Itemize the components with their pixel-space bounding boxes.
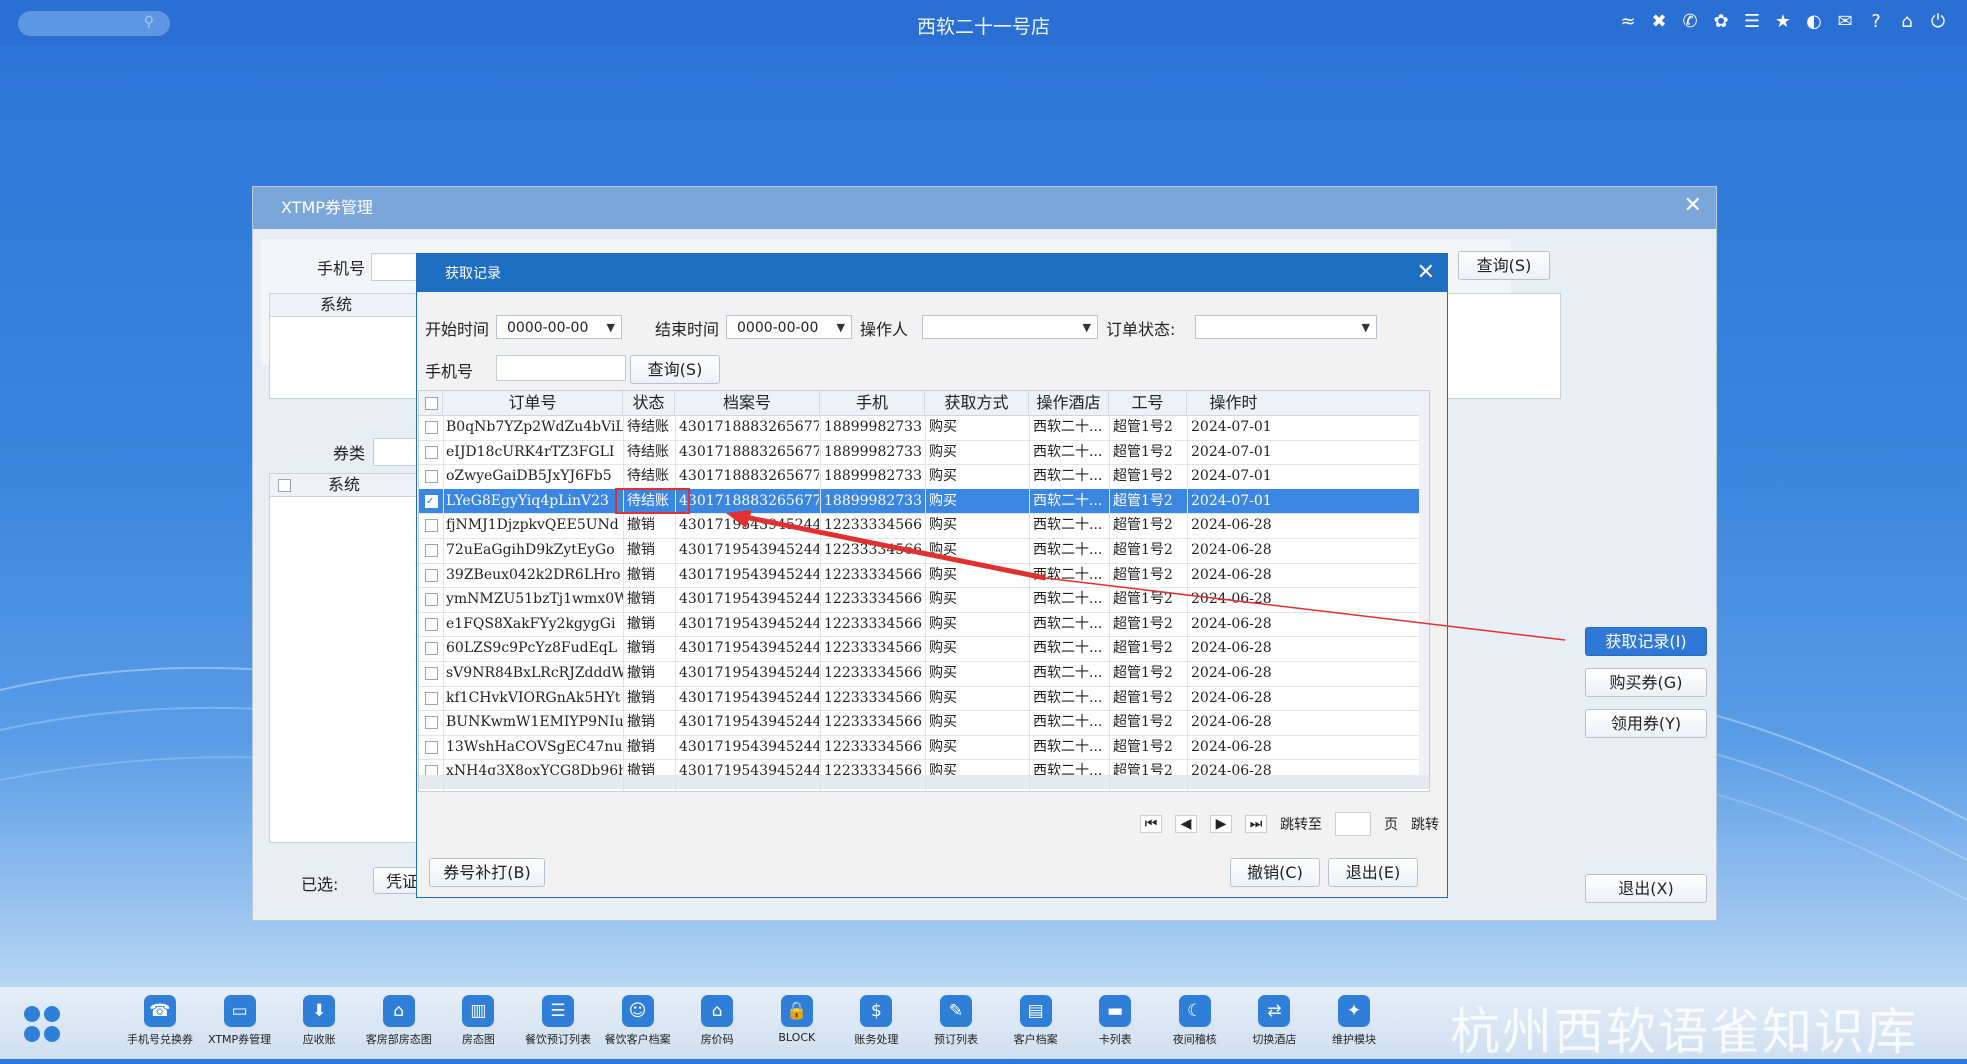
- taskbar-item[interactable]: ☰ 餐饮预订列表: [519, 987, 597, 1047]
- lock-icon: 🔒: [780, 995, 813, 1027]
- taskbar-item[interactable]: ⬇ 应收账: [280, 987, 358, 1047]
- taskbar-item[interactable]: ⌂ 房价码: [678, 987, 756, 1047]
- taskbar-item-label: 房价码: [700, 1033, 734, 1046]
- building-icon: ⌂: [382, 995, 415, 1027]
- taskbar-item[interactable]: ☎ 手机号兑换券: [121, 987, 199, 1047]
- home-icon: ⌂: [701, 995, 734, 1027]
- moon-icon: ☾: [1178, 995, 1211, 1027]
- download-icon: ⬇: [303, 995, 336, 1027]
- taskbar-item[interactable]: ☺ 餐饮客户档案: [599, 987, 677, 1047]
- app-grid-icon[interactable]: [22, 1004, 62, 1044]
- phone-icon: ☎: [144, 995, 176, 1027]
- taskbar-item[interactable]: $ 账务处理: [837, 987, 915, 1047]
- taskbar-item-label: 预订列表: [934, 1033, 978, 1046]
- booking-icon: ✎: [940, 995, 972, 1027]
- taskbar-item-label: 客房部房态图: [365, 1033, 432, 1046]
- user-icon: ☺: [621, 995, 654, 1027]
- taskbar-item-label: 房态图: [461, 1033, 495, 1046]
- profile-icon: ▤: [1019, 995, 1052, 1027]
- taskbar-item-label: 账务处理: [854, 1033, 899, 1046]
- taskbar-item-label: 夜间稽核: [1172, 1033, 1217, 1046]
- taskbar-item[interactable]: ⌂ 客房部房态图: [360, 987, 438, 1047]
- ticket-icon: ▭: [223, 995, 256, 1027]
- account-icon: $: [860, 995, 893, 1027]
- taskbar-item[interactable]: 🔒 BLOCK: [758, 987, 836, 1044]
- taskbar-item[interactable]: ⇄ 切换酒店: [1235, 987, 1313, 1047]
- taskbar-item-label: 卡列表: [1098, 1033, 1132, 1046]
- bank-icon: ▥: [462, 995, 495, 1027]
- taskbar-item-label: XTMP券管理: [208, 1033, 272, 1046]
- taskbar-item-label: 切换酒店: [1252, 1033, 1297, 1046]
- watermark: 杭州西软语雀知识库: [1450, 1003, 1918, 1061]
- taskbar-item-label: 餐饮客户档案: [604, 1033, 671, 1046]
- taskbar-item[interactable]: ▬ 卡列表: [1076, 987, 1154, 1047]
- taskbar-item-label: 维护模块: [1332, 1033, 1376, 1046]
- taskbar-item-label: 手机号兑换券: [127, 1033, 193, 1046]
- annotation-arrow: [726, 510, 1566, 641]
- card-icon: ▬: [1099, 995, 1132, 1027]
- list-icon: ☰: [542, 995, 574, 1027]
- switch-icon: ⇄: [1258, 995, 1291, 1027]
- taskbar-item[interactable]: ✎ 预订列表: [917, 987, 995, 1047]
- taskbar-item-label: BLOCK: [778, 1031, 816, 1044]
- wrench-icon: ✦: [1338, 995, 1370, 1027]
- taskbar-item[interactable]: ✦ 维护模块: [1315, 987, 1393, 1047]
- taskbar-item-label: 应收账: [302, 1033, 336, 1046]
- taskbar-item[interactable]: ▥ 房态图: [439, 987, 517, 1047]
- taskbar-item[interactable]: ▭ XTMP券管理: [201, 987, 279, 1047]
- taskbar-item[interactable]: ▤ 客户档案: [997, 987, 1075, 1047]
- taskbar-item[interactable]: ☾ 夜间稽核: [1156, 987, 1234, 1047]
- taskbar-item-label: 餐饮预订列表: [525, 1033, 591, 1046]
- taskbar-item-label: 客户档案: [1013, 1033, 1058, 1046]
